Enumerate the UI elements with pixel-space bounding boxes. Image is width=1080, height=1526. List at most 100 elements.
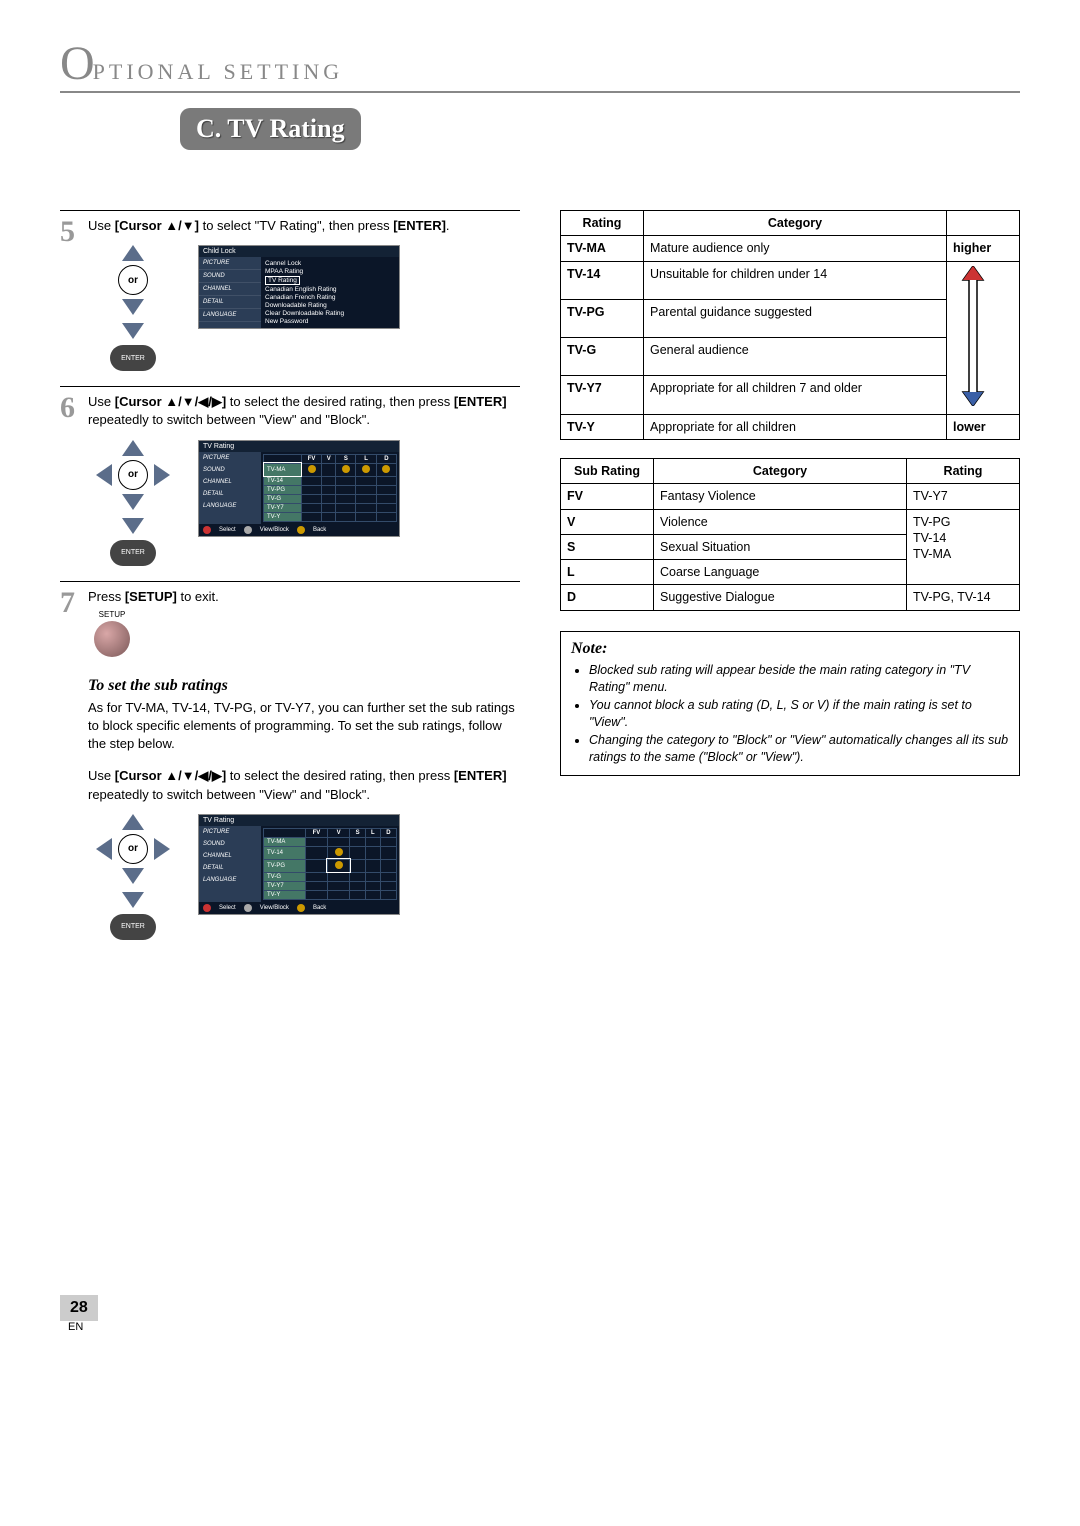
enter-button: ENTER	[110, 914, 156, 940]
foot-dot-icon	[244, 526, 252, 534]
rating-val: General audience	[644, 338, 947, 376]
sub-dpad: or ENTER	[88, 814, 178, 940]
grid-row: TV-Y7	[264, 881, 306, 890]
grid-head: L	[365, 828, 380, 837]
grid-head: L	[356, 454, 376, 463]
osd-left-item: LANGUAGE	[199, 500, 261, 512]
sub-osd: TV Rating PICTURE SOUND CHANNEL DETAIL L…	[198, 814, 400, 915]
osd-left-item: DETAIL	[199, 862, 261, 874]
down-icon	[122, 892, 144, 908]
rating-head: Rating	[561, 211, 644, 236]
grid-head: FV	[301, 454, 321, 463]
down-icon	[122, 299, 144, 315]
block-icon	[335, 861, 343, 869]
grid-head: S	[350, 828, 366, 837]
sub-key: S	[561, 534, 654, 559]
grid-row: TV-G	[264, 872, 306, 881]
sub-key: FV	[561, 484, 654, 509]
text: Use	[88, 218, 115, 233]
osd-item: Downloadable Rating	[265, 302, 395, 309]
step-6-dpad: or ENTER	[88, 440, 178, 566]
page-number: 28	[60, 1295, 98, 1321]
grid-row: TV-PG	[264, 485, 302, 494]
text: [SETUP]	[125, 589, 177, 604]
left-column: 5 Use [Cursor ▲/▼] to select "TV Rating"…	[60, 210, 520, 955]
grid-head: FV	[306, 828, 328, 837]
osd-item: Canadian French Rating	[265, 294, 395, 301]
step-5-number: 5	[60, 217, 88, 371]
step-7-number: 7	[60, 588, 88, 940]
sub-rating: TV-PG, TV-14	[907, 585, 1020, 610]
grid-row: TV-PG	[264, 859, 306, 872]
foot-back: Back	[313, 905, 326, 911]
down-icon	[122, 494, 144, 510]
osd-left-item: PICTURE	[199, 257, 261, 270]
step-5: 5 Use [Cursor ▲/▼] to select "TV Rating"…	[60, 210, 520, 371]
lower-label: lower	[947, 414, 1020, 439]
osd-item: Cannel Lock	[265, 260, 395, 267]
up-icon	[122, 814, 144, 830]
rating-key: TV-G	[561, 338, 644, 376]
step-6-text: Use [Cursor ▲/▼/◀/▶] to select the desir…	[88, 393, 520, 429]
rating-val: Appropriate for all children 7 and older	[644, 376, 947, 414]
right-column: Rating Category TV-MA Mature audience on…	[560, 210, 1020, 955]
left-icon	[96, 464, 112, 486]
foot-dot-icon	[297, 904, 305, 912]
osd-left-item: DETAIL	[199, 488, 261, 500]
higher-label: higher	[947, 236, 1020, 261]
down-icon	[122, 868, 144, 884]
foot-dot-icon	[203, 904, 211, 912]
foot-select: Select	[219, 905, 236, 911]
block-icon	[342, 465, 350, 473]
step-6-osd: TV Rating PICTURE SOUND CHANNEL DETAIL L…	[198, 440, 400, 537]
text: Use	[88, 394, 115, 409]
note-item: Changing the category to "Block" or "Vie…	[589, 732, 1009, 767]
setup-label: SETUP	[88, 610, 136, 619]
osd-item: MPAA Rating	[265, 268, 395, 275]
grid-head	[264, 828, 306, 837]
block-icon	[308, 465, 316, 473]
text: to select the desired rating, then press	[226, 768, 454, 783]
grid-row: TV-14	[264, 846, 306, 859]
sub-head: Category	[654, 459, 907, 484]
osd-left-item: SOUND	[199, 838, 261, 850]
rating-head: Category	[644, 211, 947, 236]
section-banner: C. TV Rating	[180, 108, 361, 150]
osd-left-item: CHANNEL	[199, 476, 261, 488]
up-icon	[122, 440, 144, 456]
grid-head: D	[380, 828, 396, 837]
text: repeatedly to switch between "View" and …	[88, 787, 370, 802]
text: [Cursor ▲/▼/◀/▶]	[115, 394, 226, 409]
osd-left-item: CHANNEL	[199, 283, 261, 296]
step-5-text: Use [Cursor ▲/▼] to select "TV Rating", …	[88, 217, 520, 235]
enter-button: ENTER	[110, 540, 156, 566]
foot-view: View/Block	[260, 905, 289, 911]
note-item: Blocked sub rating will appear beside th…	[589, 662, 1009, 697]
grid-row: TV-Y	[264, 890, 306, 899]
page-lang: EN	[68, 1321, 1020, 1333]
step-5-dpad: or ENTER	[88, 245, 178, 371]
sub-key: D	[561, 585, 654, 610]
sub-rating-table: Sub Rating Category Rating FV Fantasy Vi…	[560, 458, 1020, 611]
text: [Cursor ▲/▼]	[115, 218, 199, 233]
foot-view: View/Block	[260, 527, 289, 533]
sub-ratings-para1: As for TV-MA, TV-14, TV-PG, or TV-Y7, yo…	[88, 699, 520, 754]
foot-dot-icon	[203, 526, 211, 534]
rating-head	[947, 211, 1020, 236]
arrow-icon	[953, 266, 993, 406]
grid-head: S	[336, 454, 356, 463]
text: to select the desired rating, then press	[226, 394, 454, 409]
rating-key: TV-Y7	[561, 376, 644, 414]
text: .	[446, 218, 450, 233]
down-icon	[122, 518, 144, 534]
sub-val: Violence	[654, 509, 907, 534]
step-6: 6 Use [Cursor ▲/▼/◀/▶] to select the des…	[60, 386, 520, 565]
osd-title: Child Lock	[199, 246, 399, 257]
rating-key: TV-Y	[561, 414, 644, 439]
note-box: Note: Blocked sub rating will appear bes…	[560, 631, 1020, 776]
sub-val: Sexual Situation	[654, 534, 907, 559]
osd-item: Canadian English Rating	[265, 286, 395, 293]
page-footer: 28 EN	[60, 1295, 1020, 1333]
sub-rating-merged: TV-PG TV-14 TV-MA	[907, 509, 1020, 585]
sub-key: L	[561, 560, 654, 585]
